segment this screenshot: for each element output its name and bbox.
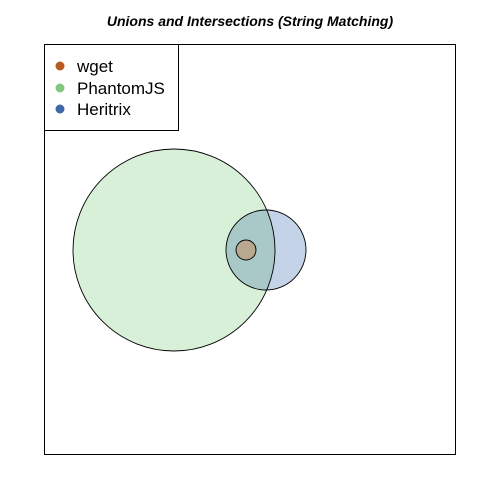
legend-marker-wget: [55, 61, 65, 71]
legend-label-wget: wget: [76, 57, 113, 76]
legend: wget PhantomJS Heritrix: [44, 44, 179, 131]
legend-label-phantomjs: PhantomJS: [77, 79, 165, 98]
legend-marker-phantomjs: [55, 83, 65, 93]
legend-label-heritrix: Heritrix: [77, 100, 131, 119]
legend-marker-heritrix: [55, 104, 65, 114]
venn-diagram: wget PhantomJS Heritrix: [44, 44, 456, 455]
